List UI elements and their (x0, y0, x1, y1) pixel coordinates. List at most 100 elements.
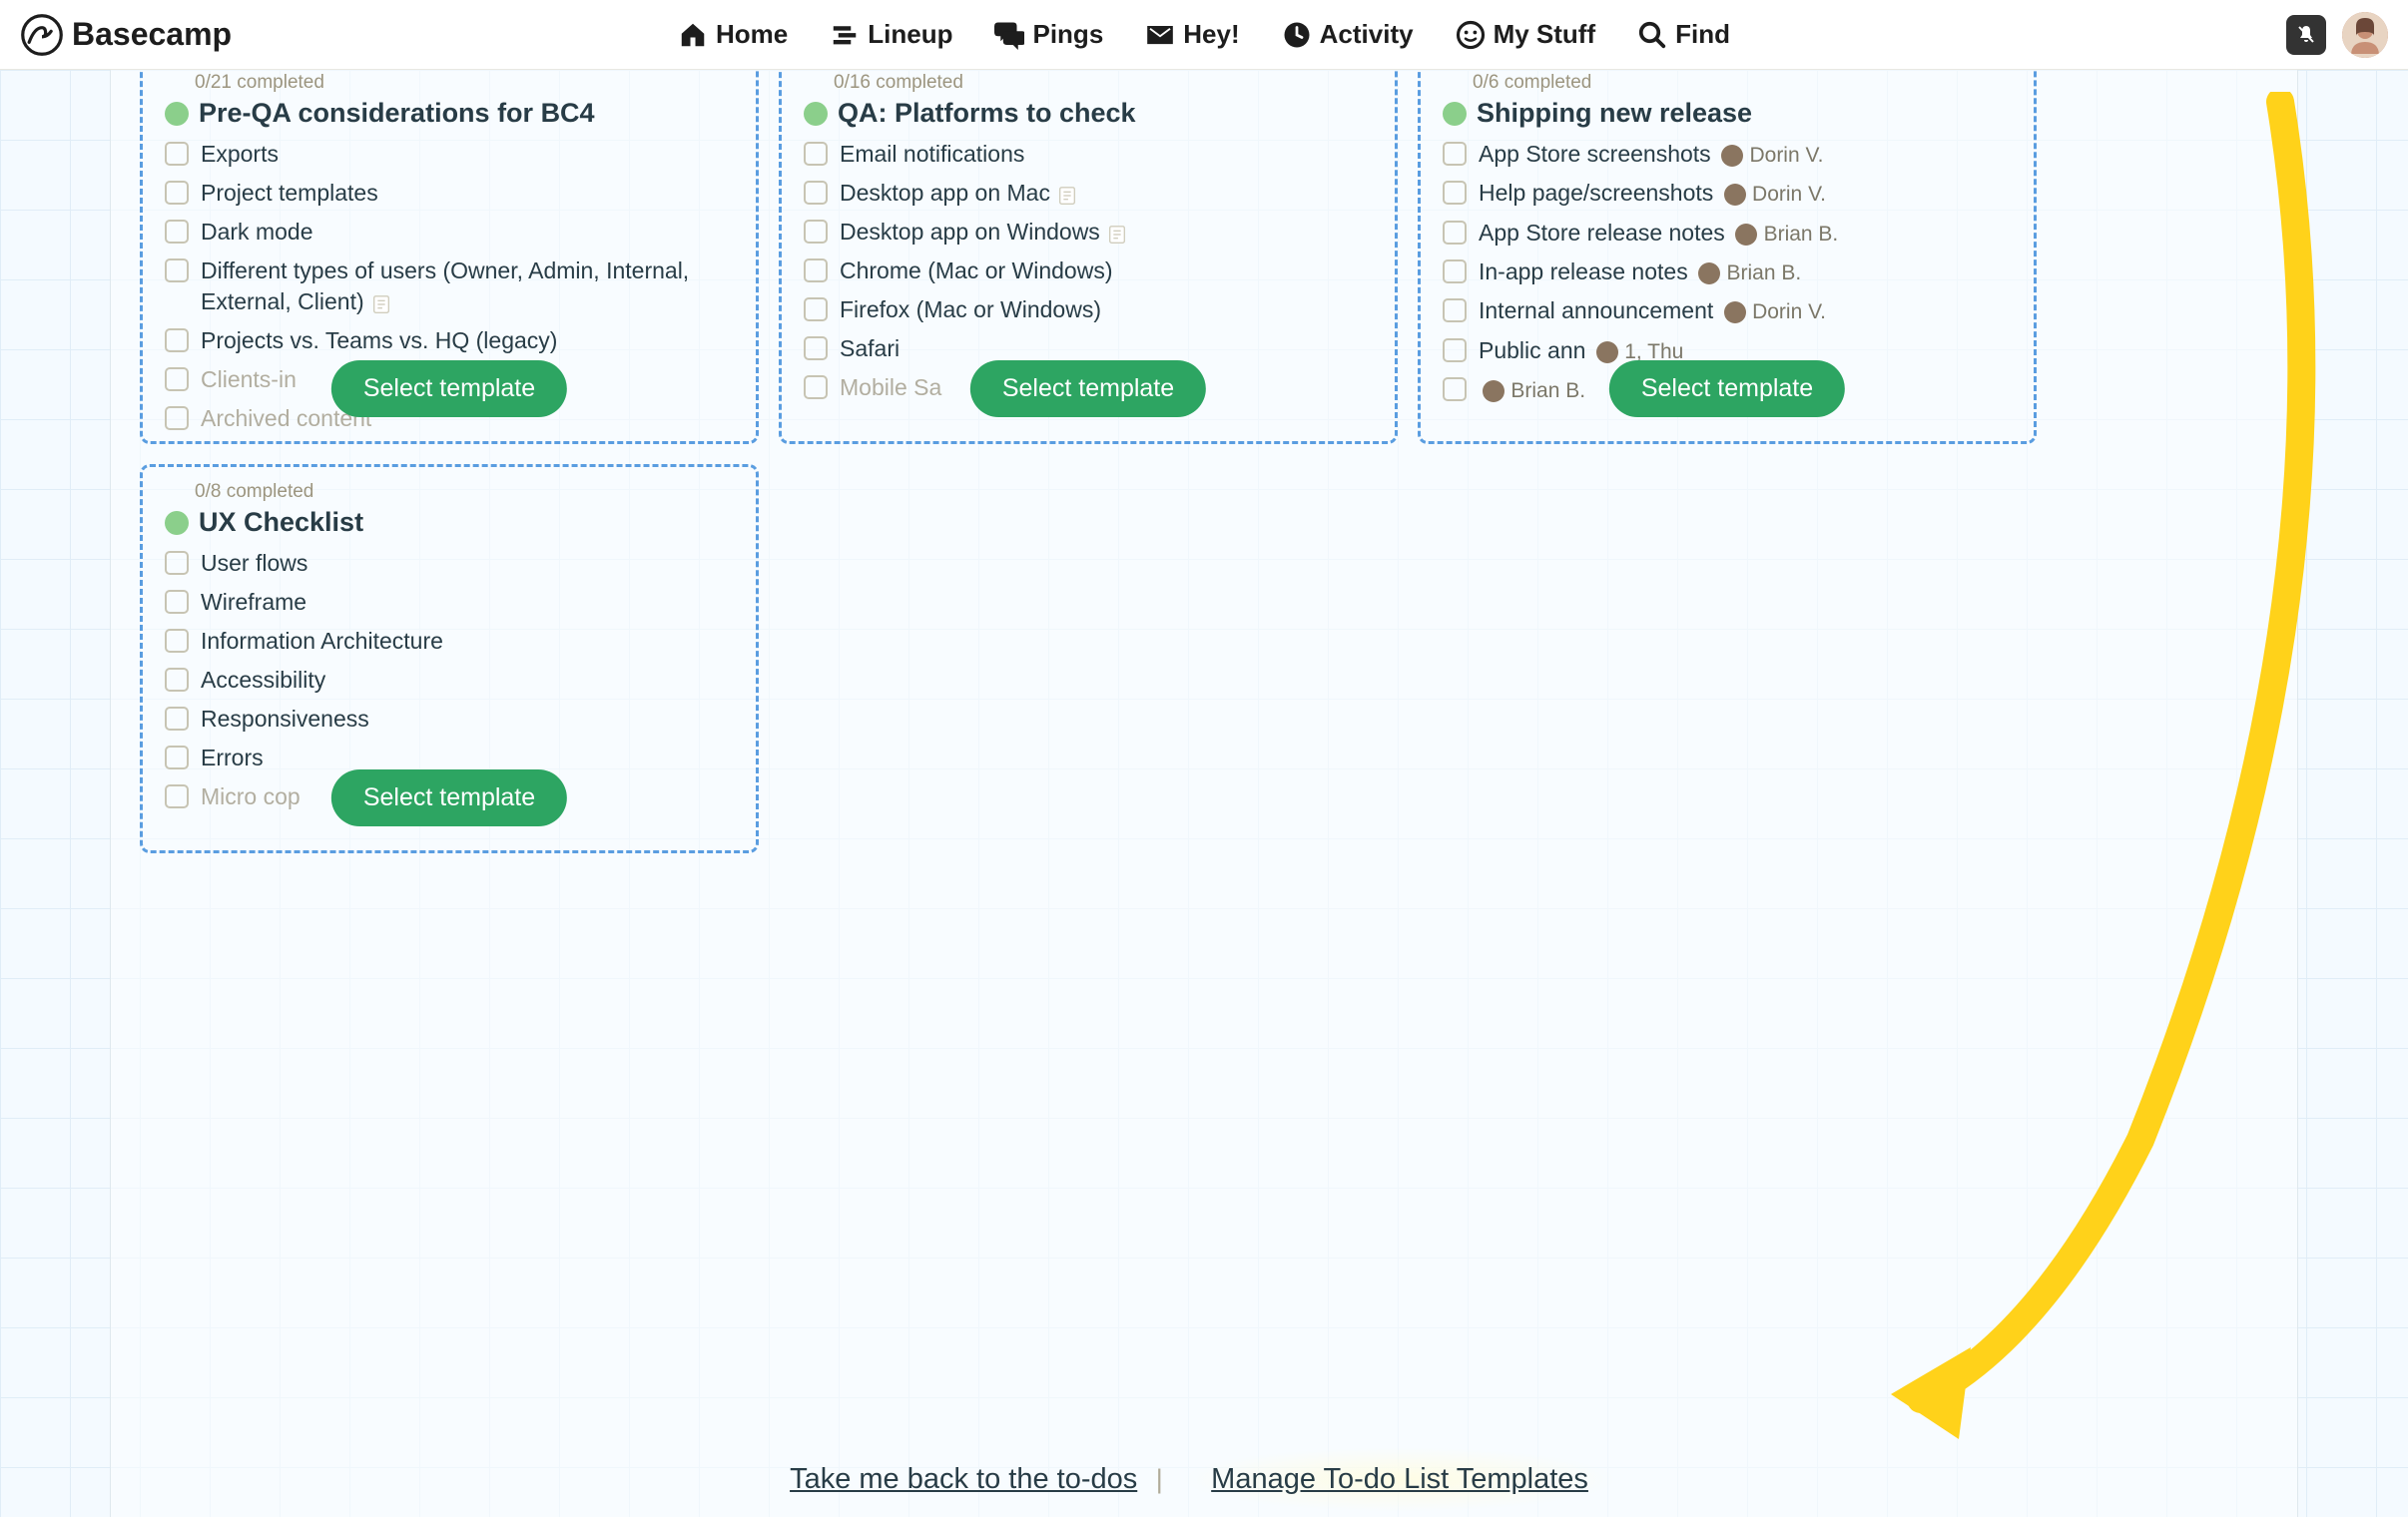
status-dot (1443, 102, 1467, 126)
assignee-avatar (1724, 301, 1746, 323)
todo-text[interactable]: App Store release notes Brian B. (1479, 218, 1838, 249)
checkbox[interactable] (165, 367, 189, 391)
todo-item: Exports (165, 139, 734, 170)
todo-text[interactable]: App Store screenshots Dorin V. (1479, 139, 1823, 170)
todo-item: Accessibility (165, 665, 734, 696)
status-dot (165, 511, 189, 535)
todo-text[interactable]: Mobile Sa (840, 372, 941, 403)
todo-text[interactable]: Chrome (Mac or Windows) (840, 255, 1113, 286)
checkbox[interactable] (804, 220, 828, 244)
todo-text[interactable]: Responsiveness (201, 704, 369, 735)
template-card-qaplatforms: 0/16 completedQA: Platforms to checkEmai… (779, 55, 1398, 444)
todo-text[interactable]: Errors (201, 743, 264, 773)
todo-item: App Store screenshots Dorin V. (1443, 139, 2012, 170)
todo-text[interactable]: Firefox (Mac or Windows) (840, 294, 1101, 325)
nav-mystuff[interactable]: My Stuff (1456, 19, 1596, 50)
checkbox[interactable] (165, 142, 189, 166)
checkbox[interactable] (804, 297, 828, 321)
todo-item: Desktop app on Windows (804, 217, 1373, 248)
todo-text[interactable]: Different types of users (Owner, Admin, … (201, 255, 734, 317)
checkbox[interactable] (1443, 259, 1467, 283)
note-icon (1056, 184, 1078, 206)
lineup-icon (830, 20, 860, 50)
checkbox[interactable] (1443, 338, 1467, 362)
checkbox[interactable] (165, 220, 189, 244)
todo-item: Help page/screenshots Dorin V. (1443, 178, 2012, 209)
brand-logo[interactable]: Basecamp (20, 13, 232, 57)
todo-text[interactable]: User flows (201, 548, 307, 579)
todo-text[interactable]: Projects vs. Teams vs. HQ (legacy) (201, 325, 557, 356)
todo-text[interactable]: Desktop app on Mac (840, 178, 1078, 209)
select-template-button[interactable]: Select template (1609, 360, 1845, 417)
basecamp-icon (20, 13, 64, 57)
template-grid: 0/3 completedTest Templateto-do 1to-do 2… (140, 35, 2057, 853)
checkbox[interactable] (165, 551, 189, 575)
checkbox[interactable] (165, 746, 189, 769)
checkbox[interactable] (804, 181, 828, 205)
todo-text[interactable]: Dark mode (201, 217, 312, 248)
card-title[interactable]: UX Checklist (165, 507, 734, 538)
checkbox[interactable] (165, 181, 189, 205)
select-template-button[interactable]: Select template (970, 360, 1206, 417)
nav-activity[interactable]: Activity (1282, 19, 1414, 50)
checkbox[interactable] (804, 336, 828, 360)
checkbox[interactable] (804, 375, 828, 399)
main-area: 0/3 completedTest Templateto-do 1to-do 2… (0, 70, 2408, 1517)
checkbox[interactable] (165, 784, 189, 808)
checkbox[interactable] (165, 328, 189, 352)
top-nav: Basecamp Home Lineup Pings Hey! Activity… (0, 0, 2408, 70)
todo-text[interactable]: Micro cop (201, 781, 301, 812)
back-to-todos-link[interactable]: Take me back to the to-dos (790, 1463, 1137, 1495)
todo-item: Wireframe (165, 587, 734, 618)
todo-item: User flows (165, 548, 734, 579)
todo-text[interactable]: Help page/screenshots Dorin V. (1479, 178, 1826, 209)
user-avatar[interactable] (2342, 12, 2388, 58)
nav-pings[interactable]: Pings (994, 19, 1103, 50)
select-template-button[interactable]: Select template (331, 360, 567, 417)
todo-text[interactable]: Internal announcement Dorin V. (1479, 295, 1826, 326)
todo-text[interactable]: Information Architecture (201, 626, 443, 657)
avatar-icon (2342, 12, 2388, 58)
todo-item: App Store release notes Brian B. (1443, 218, 2012, 249)
footer-links: Take me back to the to-dos | Manage To-d… (0, 1447, 2408, 1512)
checkbox[interactable] (1443, 181, 1467, 205)
checkbox[interactable] (165, 629, 189, 653)
checkbox[interactable] (165, 258, 189, 282)
todo-text[interactable]: Email notifications (840, 139, 1024, 170)
todo-item: Responsiveness (165, 704, 734, 735)
todo-text[interactable]: Desktop app on Windows (840, 217, 1128, 248)
checkbox[interactable] (1443, 221, 1467, 245)
nav-lineup[interactable]: Lineup (830, 19, 952, 50)
checkbox[interactable] (1443, 377, 1467, 401)
select-template-button[interactable]: Select template (331, 769, 567, 826)
checkbox[interactable] (1443, 142, 1467, 166)
checkbox[interactable] (165, 707, 189, 731)
note-icon (370, 292, 392, 314)
card-title[interactable]: Pre-QA considerations for BC4 (165, 98, 734, 129)
checkbox[interactable] (165, 406, 189, 430)
notifications-button[interactable] (2286, 15, 2326, 55)
todo-text[interactable]: Brian B. (1479, 374, 1585, 405)
todo-text[interactable]: Clients-in (201, 364, 297, 395)
checkbox[interactable] (1443, 298, 1467, 322)
checkbox[interactable] (804, 258, 828, 282)
todo-item: Projects vs. Teams vs. HQ (legacy) (165, 325, 734, 356)
nav-home[interactable]: Home (678, 19, 788, 50)
nav-hey[interactable]: Hey! (1145, 19, 1239, 50)
todo-text[interactable]: Project templates (201, 178, 378, 209)
checkbox[interactable] (804, 142, 828, 166)
todo-text[interactable]: Wireframe (201, 587, 306, 618)
checkbox[interactable] (165, 668, 189, 692)
card-title[interactable]: Shipping new release (1443, 98, 2012, 129)
assignee-name: Brian B. (1510, 379, 1585, 402)
todo-text[interactable]: Accessibility (201, 665, 325, 696)
find-icon (1637, 20, 1667, 50)
todo-text[interactable]: Safari (840, 333, 900, 364)
todo-text[interactable]: In-app release notes Brian B. (1479, 256, 1801, 287)
manage-templates-link[interactable]: Manage To-do List Templates (1211, 1463, 1588, 1495)
todo-text[interactable]: Exports (201, 139, 279, 170)
card-title[interactable]: QA: Platforms to check (804, 98, 1373, 129)
checkbox[interactable] (165, 590, 189, 614)
nav-links: Home Lineup Pings Hey! Activity My Stuff… (678, 19, 1730, 50)
nav-find[interactable]: Find (1637, 19, 1730, 50)
